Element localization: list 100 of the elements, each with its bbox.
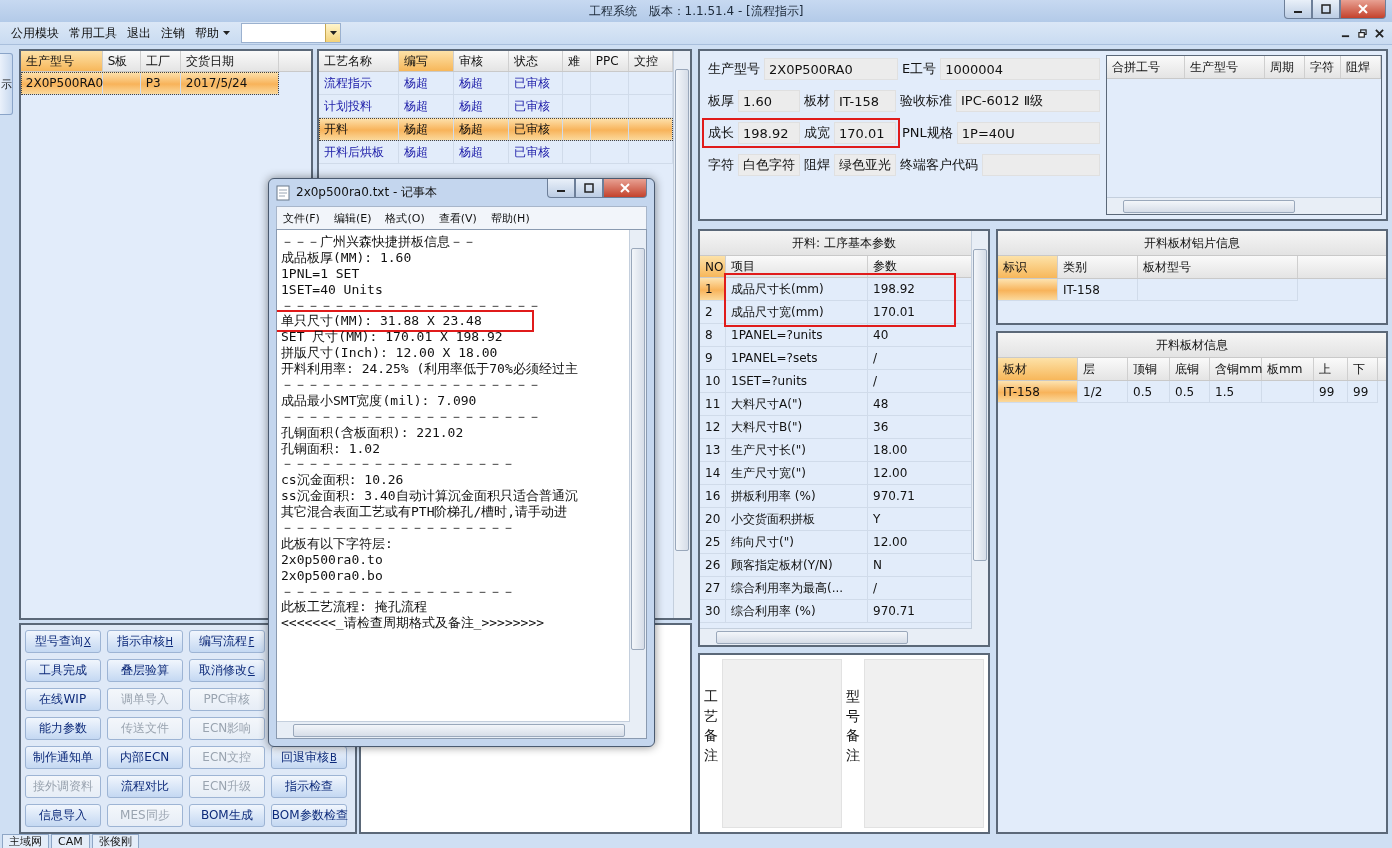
action-button[interactable]: 内部ECN [106,746,183,769]
value-field[interactable]: 2X0P500RA0 [764,58,898,80]
value-field[interactable]: 白色字符 [738,154,800,176]
tab[interactable]: CAM [51,834,90,848]
menu-item[interactable]: 常用工具 [66,22,120,44]
column-header[interactable]: 阻焊 [1341,56,1381,78]
column-header[interactable]: 工厂 [140,51,181,71]
column-header[interactable]: 审核 [453,51,509,71]
action-button[interactable]: 取消修改C [188,659,265,682]
column-header[interactable]: 类别 [1058,256,1138,278]
notes-field[interactable] [864,659,984,828]
menu-item[interactable]: 编辑(E) [333,210,372,226]
column-header[interactable]: S板 [102,51,141,71]
column-header[interactable]: 板材 [998,358,1078,380]
column-header[interactable]: 顶铜 [1128,358,1170,380]
row-indicator-cell[interactable]: 26 [700,554,726,576]
action-button[interactable]: 叠层验算 [106,659,183,682]
scrollbar[interactable] [629,230,646,722]
row-indicator-cell[interactable]: 2 [700,301,726,323]
menu-item[interactable]: 公用模块 [8,22,62,44]
row-indicator-cell[interactable]: 12 [700,416,726,438]
column-header[interactable]: 底铜 [1170,358,1210,380]
action-button[interactable]: 工具完成 [24,659,101,682]
row-indicator-cell[interactable]: 13 [700,439,726,461]
menu-item[interactable]: 文件(F) [283,210,320,226]
restore-icon[interactable] [1358,28,1367,38]
menu-item[interactable]: 帮助 [192,22,233,44]
action-button[interactable]: BOM生成 [188,804,265,827]
action-button[interactable]: 制作通知单 [24,746,101,769]
value-field[interactable]: IT-158 [834,90,896,112]
column-header[interactable]: 下 [1348,358,1378,380]
row-indicator-cell[interactable]: 1 [700,278,726,300]
column-header[interactable]: 状态 [508,51,563,71]
table-row[interactable]: 开料 杨超 杨超 已审核 [318,118,673,141]
action-button[interactable]: 流程对比 [106,775,183,798]
row-indicator-cell[interactable]: 27 [700,577,726,599]
value-field[interactable]: 1.60 [738,90,800,112]
side-tab[interactable]: 示 [0,53,13,115]
column-header[interactable]: 字符 [1305,56,1341,78]
action-button[interactable]: 回退审核B [270,746,347,769]
value-field[interactable]: IPC-6012 Ⅱ级 [956,90,1100,112]
row-indicator-cell[interactable]: 20 [700,508,726,530]
menu-item[interactable]: 查看(V) [438,210,477,226]
close-icon[interactable] [1375,28,1384,38]
table-row[interactable]: 开料后烘板 杨超 杨超 已审核 [318,141,673,164]
row-indicator-cell[interactable]: 16 [700,485,726,507]
value-field[interactable]: 1P=40U [956,122,1100,144]
row-indicator-cell[interactable]: 9 [700,347,726,369]
row-indicator-cell[interactable]: 10 [700,370,726,392]
notes-field[interactable] [722,659,842,828]
action-button[interactable]: 信息导入 [24,804,101,827]
column-header[interactable]: 生产型号 [1185,56,1265,78]
menu-item[interactable]: 注销 [158,22,188,44]
column-header[interactable]: 工艺名称 [318,51,399,71]
column-header[interactable]: 项目 [726,256,868,277]
caret-icon[interactable] [329,30,337,36]
column-header[interactable]: PPC [590,51,629,71]
column-header[interactable]: 合拼工号 [1107,56,1185,78]
column-header[interactable]: 标识 [998,256,1058,278]
column-header[interactable]: NO [700,256,726,277]
action-button[interactable]: 编写流程F [188,630,265,653]
column-header[interactable]: 生产型号 [20,51,103,71]
column-header[interactable]: 含铜mm [1210,358,1262,380]
column-header[interactable]: 周期 [1265,56,1305,78]
menu-item[interactable]: 格式(O) [385,210,425,226]
column-header[interactable]: 文控 [628,51,673,71]
scrollbar[interactable] [673,51,690,618]
scrollbar[interactable] [700,628,988,645]
value-field[interactable]: 1000004 [940,58,1100,80]
row-indicator-cell[interactable] [998,279,1058,300]
row-indicator-cell[interactable]: 30 [700,600,726,622]
row-indicator-cell[interactable]: IT-158 [998,381,1078,402]
column-header[interactable]: 交货日期 [180,51,279,71]
action-button[interactable]: 能力参数 [24,717,101,740]
action-button[interactable]: 指示检查 [270,775,347,798]
row-indicator-cell[interactable]: 8 [700,324,726,346]
maximize-icon[interactable] [584,183,594,193]
action-button[interactable]: 指示审核H [106,630,183,653]
scrollbar[interactable] [971,231,988,629]
caret-icon[interactable] [223,30,230,36]
action-button[interactable]: BOM参数检查 [270,804,347,827]
action-button[interactable]: 型号查询X [24,630,101,653]
column-header[interactable]: 难 [562,51,591,71]
column-header[interactable]: 板mm [1262,358,1314,380]
combo-field[interactable] [241,23,341,43]
row-indicator-cell[interactable]: 14 [700,462,726,484]
value-field[interactable]: 绿色亚光 [834,154,896,176]
column-header[interactable]: 编写 [398,51,454,71]
tab[interactable]: 主域网 [2,834,49,848]
value-field[interactable] [982,154,1100,176]
value-field[interactable]: 170.01 [834,122,896,144]
menu-item[interactable]: 帮助(H) [490,210,530,226]
tab[interactable]: 张俊刚 [91,834,139,848]
table-row[interactable]: 流程指示 杨超 杨超 已审核 [318,72,673,95]
row-indicator-cell[interactable]: 11 [700,393,726,415]
column-header[interactable]: 上 [1314,358,1348,380]
maximize-icon[interactable] [1321,4,1331,14]
scrollbar[interactable] [277,721,646,738]
row-indicator-cell[interactable]: 25 [700,531,726,553]
column-header[interactable]: 层 [1078,358,1128,380]
